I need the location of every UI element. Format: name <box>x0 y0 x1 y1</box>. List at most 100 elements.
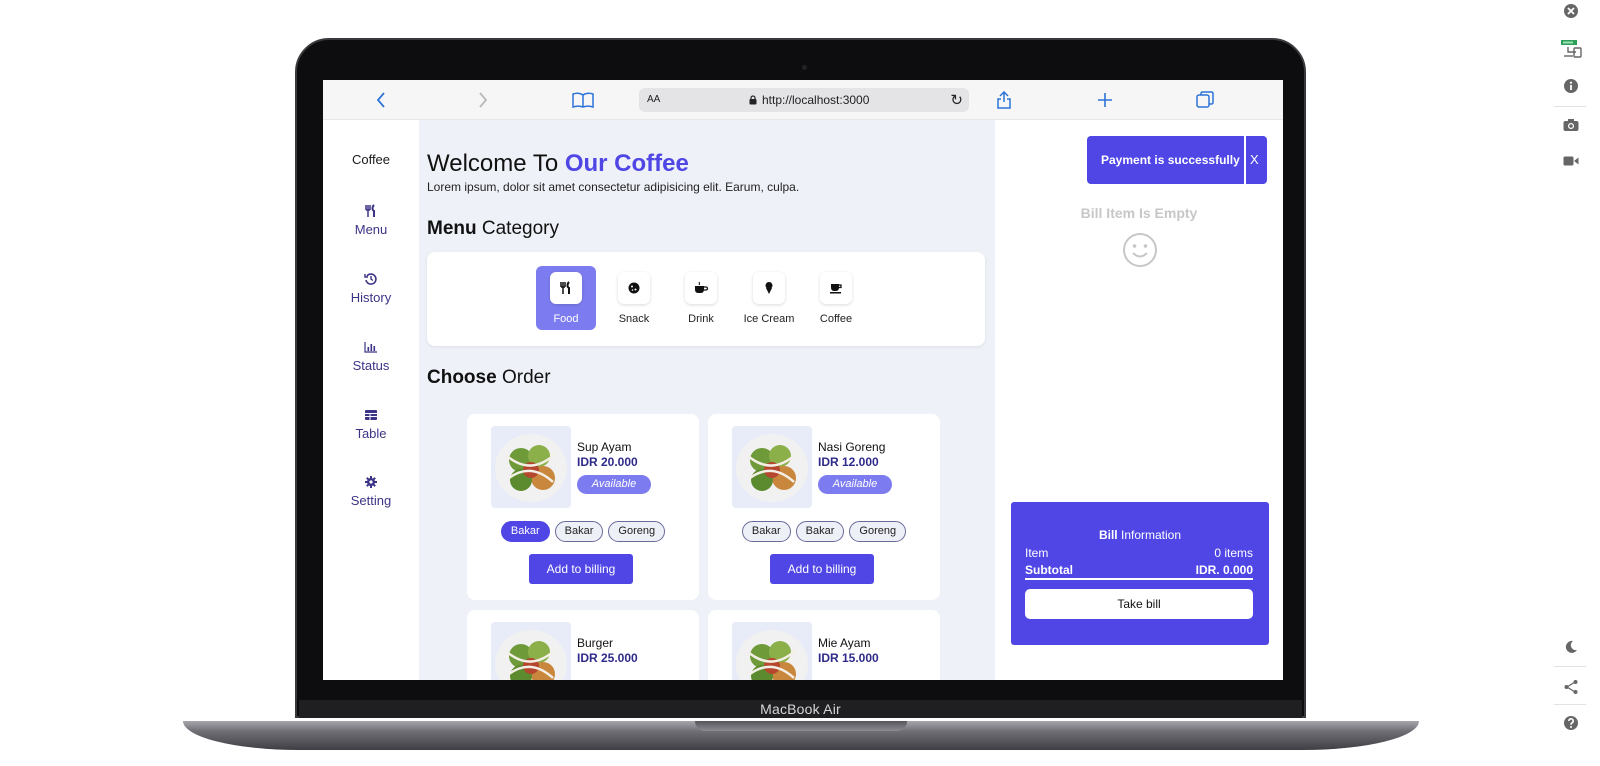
option-chip[interactable]: Goreng <box>849 521 907 542</box>
product-card-nasi-goreng: Nasi Goreng IDR 12.000 Available Bakar B… <box>708 414 940 600</box>
sidebar-item-label: History <box>350 290 392 305</box>
option-chips: Bakar Bakar Goreng <box>708 521 940 542</box>
sidebar-item-status[interactable]: Status <box>323 340 419 373</box>
back-icon[interactable] <box>371 90 391 110</box>
share-icon[interactable] <box>1562 678 1580 696</box>
info-icon[interactable] <box>1562 77 1580 95</box>
bookmarks-icon[interactable] <box>571 90 595 110</box>
device-label: MacBook Air <box>760 701 841 717</box>
availability-badge: Available <box>818 475 892 494</box>
utensils-icon <box>365 204 375 217</box>
product-name: Mie Ayam <box>818 636 871 650</box>
bar-chart-icon <box>364 342 377 353</box>
product-name: Sup Ayam <box>577 440 632 454</box>
bill-panel: Payment is successfully X Bill Item Is E… <box>995 120 1283 680</box>
option-chip[interactable]: Bakar <box>741 521 791 542</box>
category-food[interactable]: Food <box>536 266 596 330</box>
sidebar-item-setting[interactable]: Setting <box>323 475 419 508</box>
utensils-icon <box>560 281 570 294</box>
new-tab-icon[interactable] <box>1095 90 1115 110</box>
add-to-billing-button[interactable]: Add to billing <box>529 554 633 584</box>
category-coffee[interactable]: Coffee <box>806 266 866 330</box>
page-title: Welcome To Our Coffee <box>427 150 689 178</box>
reader-button[interactable]: AA <box>647 94 660 105</box>
option-chip[interactable]: Goreng <box>608 521 666 542</box>
stage: MacBook Air AA http://localhost:3000 ↻ C… <box>0 0 1600 766</box>
product-price: IDR 20.000 <box>577 455 638 469</box>
divider <box>1554 704 1586 705</box>
take-bill-button[interactable]: Take bill <box>1025 589 1253 619</box>
dark-mode-icon[interactable] <box>1562 638 1580 656</box>
product-card-burger: Burger IDR 25.000 <box>467 610 699 680</box>
payment-toast: Payment is successfully X <box>1087 136 1267 184</box>
sidebar-item-table[interactable]: Table <box>323 408 419 441</box>
product-name: Nasi Goreng <box>818 440 886 454</box>
sidebar-item-menu[interactable]: Menu <box>323 204 419 237</box>
cookie-icon <box>628 282 640 294</box>
responsive-devices-icon[interactable] <box>1560 37 1584 61</box>
add-to-billing-button[interactable]: Add to billing <box>770 554 874 584</box>
product-price: IDR 15.000 <box>818 651 879 665</box>
heading-bold: Choose <box>427 367 497 388</box>
category-label: Drink <box>688 313 714 325</box>
forward-icon[interactable] <box>473 90 493 110</box>
option-chip[interactable]: Bakar <box>500 521 550 542</box>
menu-category-heading: Menu Category <box>427 218 559 240</box>
video-icon[interactable] <box>1562 152 1580 170</box>
category-snack[interactable]: Snack <box>604 266 664 330</box>
table-icon <box>365 410 377 420</box>
laptop-base <box>183 721 1419 750</box>
share-icon[interactable] <box>994 90 1014 110</box>
ice-cream-icon <box>765 282 773 294</box>
smiley-icon <box>1123 233 1157 267</box>
gear-icon <box>365 476 377 488</box>
divider <box>1554 666 1586 667</box>
help-icon[interactable] <box>1562 714 1580 732</box>
laptop-notch <box>695 721 907 731</box>
category-label: Coffee <box>819 313 853 325</box>
bill-subtotal-row: Subtotal IDR. 0.000 <box>1025 563 1253 577</box>
sidebar-item-label: Menu <box>354 222 388 237</box>
divider <box>1025 578 1253 580</box>
sidebar-item-label: Status <box>352 358 390 373</box>
address-bar[interactable]: AA http://localhost:3000 ↻ <box>639 88 969 112</box>
welcome-prefix: Welcome To <box>427 150 559 177</box>
sidebar-item-history[interactable]: History <box>323 272 419 305</box>
product-card-mie-ayam: Mie Ayam IDR 15.000 <box>708 610 940 680</box>
food-image <box>491 622 571 680</box>
sidebar-item-label: Setting <box>350 493 392 508</box>
category-ice-cream[interactable]: Ice Cream <box>739 266 799 330</box>
url-text: http://localhost:3000 <box>762 93 870 107</box>
lock-icon <box>749 95 757 105</box>
option-chips: Bakar Bakar Goreng <box>467 521 699 542</box>
option-chip[interactable]: Bakar <box>795 521 845 542</box>
category-label: Snack <box>618 313 650 325</box>
bill-item-label: Item <box>1025 546 1049 560</box>
category-label: Food <box>553 313 579 325</box>
close-icon[interactable] <box>1562 2 1580 20</box>
category-label: Ice Cream <box>743 313 795 325</box>
bill-title: Bill Information <box>1011 528 1269 542</box>
food-image <box>732 622 812 680</box>
camera-icon[interactable] <box>1562 116 1580 134</box>
laptop-lid: MacBook Air AA http://localhost:3000 ↻ C… <box>295 38 1306 718</box>
bill-item-row: Item 0 items <box>1025 546 1253 560</box>
screen: AA http://localhost:3000 ↻ Coffee Menu H… <box>323 80 1283 680</box>
product-card-sup-ayam: Sup Ayam IDR 20.000 Available Bakar Baka… <box>467 414 699 600</box>
toast-close-button[interactable]: X <box>1250 152 1259 167</box>
mug-icon <box>695 281 709 293</box>
url-display: http://localhost:3000 <box>749 93 869 107</box>
tabs-icon[interactable] <box>1195 90 1215 110</box>
device-tools-strip <box>1540 0 1600 766</box>
option-chip[interactable]: Bakar <box>554 521 604 542</box>
bill-empty-text: Bill Item Is Empty <box>1080 205 1198 221</box>
webcam <box>802 65 807 70</box>
reload-icon[interactable]: ↻ <box>950 91 963 109</box>
food-image <box>491 426 571 508</box>
bill-subtotal-label: Subtotal <box>1025 563 1073 577</box>
history-icon <box>364 273 377 285</box>
category-drink[interactable]: Drink <box>671 266 731 330</box>
product-price: IDR 25.000 <box>577 651 638 665</box>
page-subtitle: Lorem ipsum, dolor sit amet consectetur … <box>427 180 800 194</box>
welcome-brand: Our Coffee <box>564 150 689 177</box>
